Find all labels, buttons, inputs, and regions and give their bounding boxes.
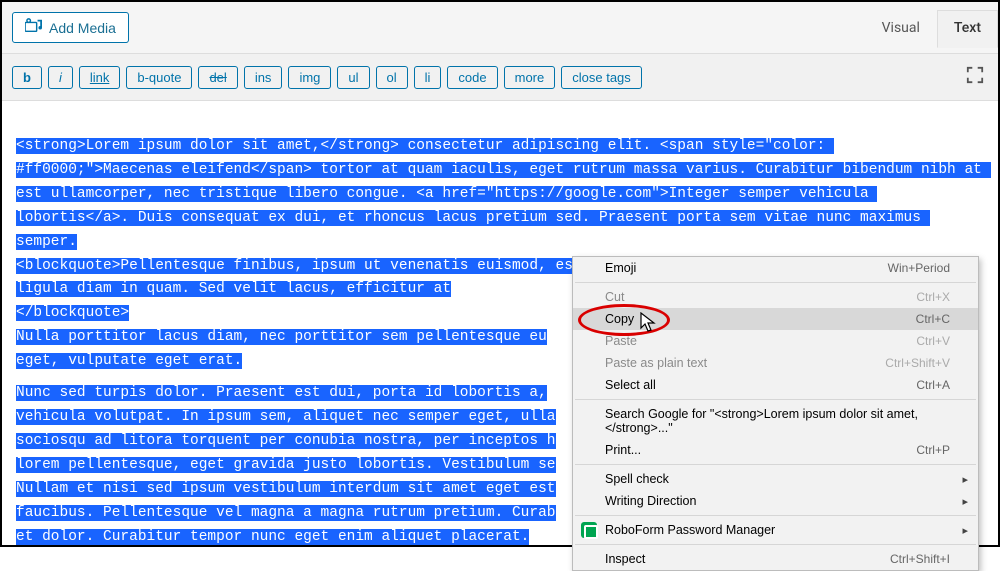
qt-bold[interactable]: b bbox=[12, 66, 42, 89]
cm-select-all[interactable]: Select allCtrl+A bbox=[573, 374, 978, 396]
qt-del[interactable]: del bbox=[198, 66, 237, 89]
qt-code[interactable]: code bbox=[447, 66, 497, 89]
cm-writing-direction[interactable]: Writing Direction bbox=[573, 490, 978, 512]
cm-search-google[interactable]: Search Google for "<strong>Lorem ipsum d… bbox=[573, 403, 978, 439]
quicktags-toolbar: b i link b-quote del ins img ul ol li co… bbox=[2, 54, 998, 101]
fullscreen-icon[interactable] bbox=[962, 62, 988, 92]
cm-print[interactable]: Print...Ctrl+P bbox=[573, 439, 978, 461]
cm-spell-check[interactable]: Spell check bbox=[573, 468, 978, 490]
cm-cut[interactable]: CutCtrl+X bbox=[573, 286, 978, 308]
qt-ul[interactable]: ul bbox=[337, 66, 369, 89]
add-media-label: Add Media bbox=[49, 20, 116, 36]
camera-music-icon bbox=[25, 18, 43, 37]
selected-text: <strong>Lorem ipsum dolor sit amet,</str… bbox=[16, 138, 991, 250]
qt-more[interactable]: more bbox=[504, 66, 556, 89]
qt-li[interactable]: li bbox=[414, 66, 442, 89]
tab-visual[interactable]: Visual bbox=[865, 10, 937, 47]
qt-italic[interactable]: i bbox=[48, 66, 73, 89]
tab-text[interactable]: Text bbox=[937, 10, 998, 48]
editor-top-bar: Add Media Visual Text bbox=[2, 2, 998, 54]
qt-ol[interactable]: ol bbox=[376, 66, 408, 89]
qt-close-tags[interactable]: close tags bbox=[561, 66, 642, 89]
cm-roboform[interactable]: RoboForm Password Manager bbox=[573, 519, 978, 541]
cm-emoji[interactable]: EmojiWin+Period bbox=[573, 257, 978, 279]
qt-img[interactable]: img bbox=[288, 66, 331, 89]
context-menu: EmojiWin+Period CutCtrl+X CopyCtrl+C Pas… bbox=[572, 256, 979, 571]
add-media-button[interactable]: Add Media bbox=[12, 12, 129, 43]
qt-blockquote[interactable]: b-quote bbox=[126, 66, 192, 89]
cm-copy[interactable]: CopyCtrl+C bbox=[573, 308, 978, 330]
qt-link[interactable]: link bbox=[79, 66, 121, 89]
qt-ins[interactable]: ins bbox=[244, 66, 283, 89]
cm-paste-plain[interactable]: Paste as plain textCtrl+Shift+V bbox=[573, 352, 978, 374]
roboform-icon bbox=[581, 522, 597, 538]
cm-inspect[interactable]: InspectCtrl+Shift+I bbox=[573, 548, 978, 570]
cm-paste[interactable]: PasteCtrl+V bbox=[573, 330, 978, 352]
editor-tabs: Visual Text bbox=[865, 2, 998, 47]
